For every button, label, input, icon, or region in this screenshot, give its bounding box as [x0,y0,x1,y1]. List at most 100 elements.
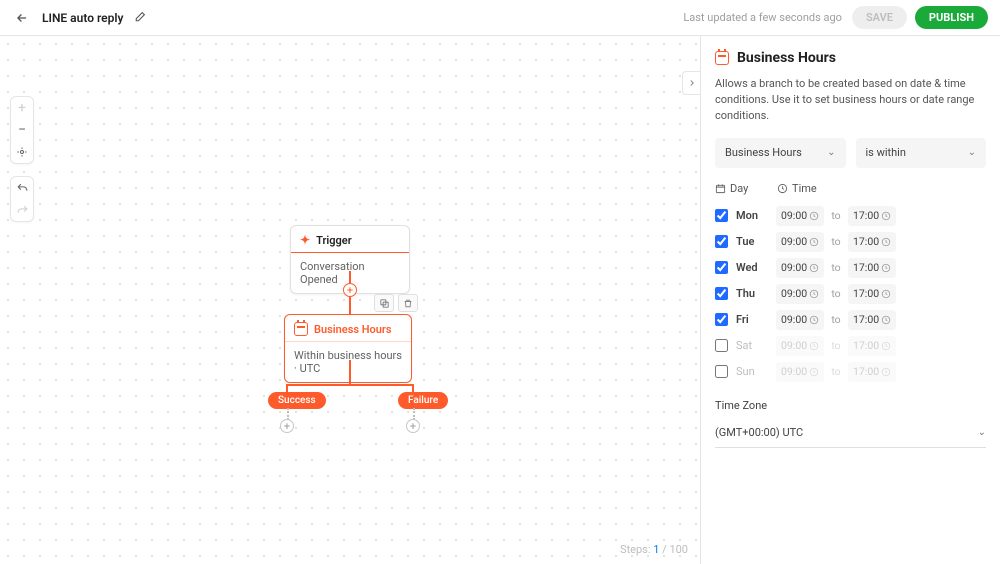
start-time-input[interactable]: 09:00 [776,206,824,226]
schedule-header: Day Time [715,182,986,195]
start-time-input[interactable]: 09:00 [776,310,824,330]
clock-icon [881,263,891,273]
last-updated: Last updated a few seconds ago [683,11,842,24]
zoom-in-button: + [10,97,34,119]
day-checkbox[interactable] [715,261,728,274]
step-counter: Steps: 1 / 100 [620,543,688,556]
clock-icon [809,315,819,325]
clock-icon [809,367,819,377]
node-body: Within business hours · UTC [285,341,411,382]
add-success-step-button[interactable]: + [280,419,294,433]
back-button[interactable] [12,8,32,28]
undo-button[interactable] [10,177,34,199]
trigger-title: Trigger [316,234,352,247]
clock-icon [881,367,891,377]
to-label: to [824,287,848,300]
day-row-tue: Tue09:00to17:00 [715,229,986,255]
calendar-icon [715,51,729,65]
day-row-mon: Mon09:00to17:00 [715,203,986,229]
day-row-thu: Thu09:00to17:00 [715,281,986,307]
day-label: Sun [736,365,776,378]
condition-type-select[interactable]: Business Hours ⌄ [715,138,846,168]
fit-button[interactable] [10,141,34,163]
business-hours-node[interactable]: Business Hours Within business hours · U… [284,314,412,383]
day-row-fri: Fri09:00to17:00 [715,307,986,333]
node-title: Business Hours [314,323,392,336]
day-label: Thu [736,287,776,300]
end-time-input[interactable]: 17:00 [848,284,896,304]
day-row-sun: Sun09:00to17:00 [715,359,986,385]
copy-node-button[interactable] [374,294,394,312]
header: LINE auto reply Last updated a few secon… [0,0,1000,36]
day-checkbox[interactable] [715,339,728,352]
day-checkbox[interactable] [715,209,728,222]
node-action-toolbar [374,294,418,312]
settings-panel: Business Hours Allows a branch to be cre… [700,36,1000,564]
save-button: SAVE [852,6,907,29]
clock-icon [809,211,819,221]
end-time-input[interactable]: 17:00 [848,206,896,226]
clock-icon [881,289,891,299]
failure-branch[interactable]: Failure [398,392,448,409]
day-label: Mon [736,209,776,222]
to-label: to [824,365,848,378]
day-row-wed: Wed09:00to17:00 [715,255,986,281]
add-failure-step-button[interactable]: + [406,419,420,433]
clock-icon [881,211,891,221]
end-time-input[interactable]: 17:00 [848,258,896,278]
clock-icon [809,341,819,351]
day-checkbox[interactable] [715,365,728,378]
to-label: to [824,209,848,222]
day-label: Wed [736,261,776,274]
edit-title-button[interactable] [133,11,146,24]
add-step-button[interactable]: + [343,283,357,297]
day-row-sat: Sat09:00to17:00 [715,333,986,359]
to-label: to [824,339,848,352]
start-time-input: 09:00 [776,362,824,382]
end-time-input[interactable]: 17:00 [848,310,896,330]
start-time-input[interactable]: 09:00 [776,232,824,252]
trigger-icon: ✦ [300,233,310,247]
redo-button [10,199,34,221]
clock-icon [881,315,891,325]
clock-icon [881,341,891,351]
to-label: to [824,313,848,326]
day-label: Fri [736,313,776,326]
panel-title: Business Hours [715,50,986,66]
history-toolbar [10,176,34,222]
to-label: to [824,235,848,248]
clock-icon [881,237,891,247]
delete-node-button[interactable] [398,294,418,312]
day-checkbox[interactable] [715,287,728,300]
clock-icon [809,237,819,247]
publish-button[interactable]: PUBLISH [915,6,988,29]
day-label: Sat [736,339,776,352]
panel-description: Allows a branch to be created based on d… [715,76,986,124]
chevron-down-icon: ⌄ [968,147,976,158]
day-checkbox[interactable] [715,235,728,248]
chevron-down-icon: ⌄ [827,147,835,158]
workflow-title: LINE auto reply [42,11,123,25]
canvas[interactable]: + − ✦Trigger Conversation Opened + [0,36,700,564]
clock-icon [809,289,819,299]
start-time-input: 09:00 [776,336,824,356]
condition-operator-select[interactable]: is within ⌄ [856,138,987,168]
schedule-rows: Mon09:00to17:00Tue09:00to17:00Wed09:00to… [715,203,986,385]
end-time-input: 17:00 [848,362,896,382]
clock-icon [809,263,819,273]
to-label: to [824,261,848,274]
day-checkbox[interactable] [715,313,728,326]
chevron-down-icon: ⌄ [978,427,986,438]
timezone-select[interactable]: (GMT+00:00) UTC ⌄ [715,418,986,448]
start-time-input[interactable]: 09:00 [776,258,824,278]
zoom-toolbar: + − [10,96,34,164]
end-time-input[interactable]: 17:00 [848,232,896,252]
zoom-out-button[interactable]: − [10,119,34,141]
day-label: Tue [736,235,776,248]
timezone-label: Time Zone [715,399,986,412]
success-branch[interactable]: Success [268,392,326,409]
start-time-input[interactable]: 09:00 [776,284,824,304]
calendar-icon [294,322,308,336]
collapse-panel-button[interactable] [682,71,700,95]
end-time-input: 17:00 [848,336,896,356]
